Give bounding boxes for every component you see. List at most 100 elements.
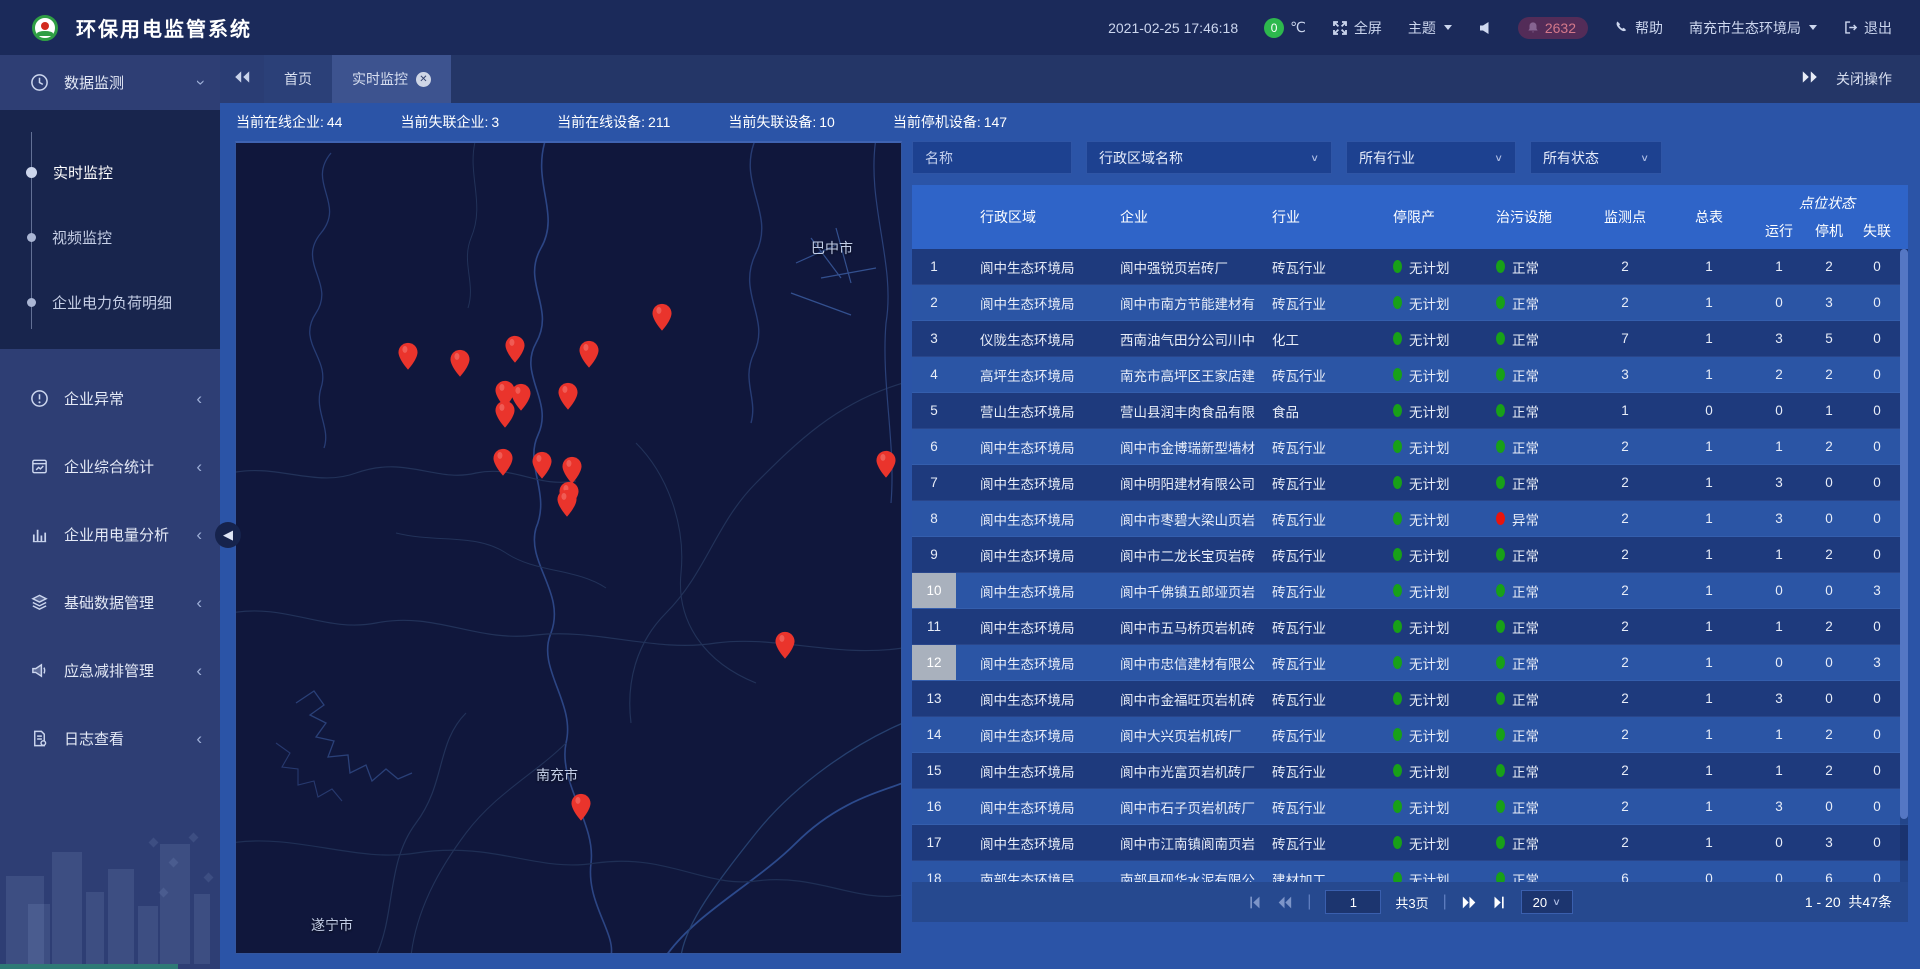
row-number-cell: 6 (912, 429, 956, 464)
table-row[interactable]: 9阆中生态环境局阆中市二龙长宝页岩砖砖瓦行业无计划正常21120 (912, 537, 1908, 573)
sidebar-group-6[interactable]: 应急减排管理‹ (0, 636, 220, 704)
status-filter-select[interactable]: 所有状态 ∨ (1530, 141, 1662, 174)
column-header[interactable]: 企业 (1104, 185, 1262, 249)
tabs-scroll-left-button[interactable] (220, 55, 264, 103)
gauge-icon (28, 73, 50, 92)
table-scrollbar[interactable] (1900, 249, 1908, 882)
meter-count-cell: 1 (1664, 321, 1754, 356)
notification-badge[interactable]: 2632 (1518, 17, 1588, 39)
region-filter-select[interactable]: 行政区域名称 ∨ (1086, 141, 1332, 174)
table-row[interactable]: 11阆中生态环境局阆中市五马桥页岩机砖砖瓦行业无计划正常21120 (912, 609, 1908, 645)
sound-button[interactable] (1478, 21, 1492, 35)
column-header[interactable]: 运行 (1754, 215, 1804, 249)
sidebar-item[interactable]: 企业电力负荷明细 (0, 270, 220, 335)
close-operations-button[interactable]: 关闭操作 (1830, 69, 1920, 89)
column-header[interactable]: 停限产 (1380, 185, 1484, 249)
org-dropdown[interactable]: 南充市生态环境局 (1689, 18, 1817, 38)
theme-dropdown[interactable]: 主题 (1408, 18, 1452, 38)
layers-icon (28, 593, 50, 612)
help-button[interactable]: 帮助 (1614, 18, 1663, 38)
table-row[interactable]: 14阆中生态环境局阆中大兴页岩机砖厂砖瓦行业无计划正常21120 (912, 717, 1908, 753)
meter-count-cell: 1 (1664, 501, 1754, 536)
column-header[interactable]: 治污设施 (1484, 185, 1586, 249)
speaker-icon (1478, 21, 1492, 35)
stopped-count-cell: 6 (1804, 861, 1854, 882)
facility-status-cell: 正常 (1484, 321, 1586, 356)
logout-button[interactable]: 退出 (1843, 18, 1892, 38)
tab-1[interactable]: 首页 (264, 55, 332, 103)
map-pin-icon[interactable] (570, 793, 592, 822)
facility-status-cell: 正常 (1484, 249, 1586, 284)
column-header[interactable]: 行业 (1262, 185, 1380, 249)
table-row[interactable]: 12阆中生态环境局阆中市忠信建材有限公砖瓦行业无计划正常21003 (912, 645, 1908, 681)
prev-page-icon[interactable] (1276, 895, 1293, 910)
column-header[interactable]: 总表 (1664, 185, 1754, 249)
facility-status-cell: 正常 (1484, 357, 1586, 392)
scrollbar-thumb[interactable] (1900, 249, 1908, 819)
facility-status-cell: 正常 (1484, 609, 1586, 644)
select-caret-icon: ∨ (1552, 896, 1561, 907)
column-header[interactable]: 失联 (1854, 215, 1900, 249)
tabs-scroll-right-button[interactable] (1790, 55, 1830, 103)
next-page-icon[interactable] (1461, 895, 1478, 910)
column-header[interactable]: 停机 (1804, 215, 1854, 249)
sidebar-group-1[interactable]: 数据监测‹ (0, 55, 220, 110)
tab-2[interactable]: 实时监控✕ (332, 55, 451, 103)
sidebar-group-5[interactable]: 基础数据管理‹ (0, 568, 220, 636)
facility-status-cell: 异常 (1484, 501, 1586, 536)
tab-close-icon[interactable]: ✕ (416, 72, 431, 87)
map-pin-icon[interactable] (492, 448, 514, 477)
map-pin-icon[interactable] (556, 489, 578, 518)
map-pin-icon[interactable] (651, 303, 673, 332)
meter-count-cell: 1 (1664, 465, 1754, 500)
sidebar-item[interactable]: 视频监控 (0, 205, 220, 270)
table-row[interactable]: 1阆中生态环境局阆中强锐页岩砖厂砖瓦行业无计划正常21120 (912, 249, 1908, 285)
last-page-icon[interactable] (1492, 895, 1507, 910)
page-number-input[interactable] (1325, 890, 1381, 914)
map-pin-icon[interactable] (494, 400, 516, 429)
table-row[interactable]: 13阆中生态环境局阆中市金福旺页岩机砖砖瓦行业无计划正常21300 (912, 681, 1908, 717)
enterprise-cell: 阆中市金博瑞新型墙材 (1104, 429, 1262, 464)
table-row[interactable]: 15阆中生态环境局阆中市光富页岩机砖厂砖瓦行业无计划正常21120 (912, 753, 1908, 789)
map-pin-icon[interactable] (578, 340, 600, 369)
map-pin-icon[interactable] (774, 631, 796, 660)
industry-filter-select[interactable]: 所有行业 ∨ (1346, 141, 1516, 174)
table-row[interactable]: 17阆中生态环境局阆中市江南镇阆南页岩砖瓦行业无计划正常21030 (912, 825, 1908, 861)
stop-plan-cell: 无计划 (1380, 285, 1484, 320)
table-row[interactable]: 10阆中生态环境局阆中千佛镇五郎垭页岩砖瓦行业无计划正常21003 (912, 573, 1908, 609)
table-row[interactable]: 7阆中生态环境局阆中明阳建材有限公司砖瓦行业无计划正常21300 (912, 465, 1908, 501)
table-row[interactable]: 6阆中生态环境局阆中市金博瑞新型墙材砖瓦行业无计划正常21120 (912, 429, 1908, 465)
map-pin-icon[interactable] (875, 450, 897, 479)
map-pin-icon[interactable] (504, 335, 526, 364)
sidebar-group-4[interactable]: 企业用电量分析‹ (0, 500, 220, 568)
sidebar-group-3[interactable]: 企业综合统计‹ (0, 432, 220, 500)
table-row[interactable]: 3仪陇生态环境局西南油气田分公司川中化工无计划正常71350 (912, 321, 1908, 357)
column-header[interactable]: 监测点 (1586, 185, 1664, 249)
table-row[interactable]: 18南部生态环境局南部县砚华水泥有限公建材加工无计划正常60060 (912, 861, 1908, 882)
map-pin-icon[interactable] (449, 349, 471, 378)
map-pin-icon[interactable] (397, 342, 419, 371)
lost-count-cell: 0 (1854, 609, 1900, 644)
status-dot-icon (1496, 872, 1505, 882)
sidebar-group-7[interactable]: 日志查看‹ (0, 704, 220, 772)
column-header[interactable]: 行政区域 (956, 185, 1104, 249)
table-row[interactable]: 16阆中生态环境局阆中市石子页岩机砖厂砖瓦行业无计划正常21300 (912, 789, 1908, 825)
map-panel[interactable]: 巴中市南充市遂宁市 (235, 141, 902, 954)
fullscreen-button[interactable]: 全屏 (1332, 18, 1382, 38)
filter-bar: 行政区域名称 ∨ 所有行业 ∨ 所有状态 ∨ (912, 141, 1908, 185)
table-row[interactable]: 5营山生态环境局营山县润丰肉食品有限食品无计划正常10010 (912, 393, 1908, 429)
map-pin-icon[interactable] (557, 382, 579, 411)
sidebar-item[interactable]: 实时监控 (0, 140, 220, 205)
sidebar-collapse-button[interactable]: ◀ (215, 522, 241, 548)
first-page-icon[interactable] (1247, 895, 1262, 910)
name-filter-field[interactable] (912, 141, 1072, 174)
map-pin-icon[interactable] (531, 451, 553, 480)
table-row[interactable]: 4高坪生态环境局南充市高坪区王家店建砖瓦行业无计划正常31220 (912, 357, 1908, 393)
page-size-select[interactable]: 20 ∨ (1521, 890, 1573, 914)
table-row[interactable]: 8阆中生态环境局阆中市枣碧大梁山页岩砖瓦行业无计划异常21300 (912, 501, 1908, 537)
lost-count-cell: 0 (1854, 357, 1900, 392)
table-row[interactable]: 2阆中生态环境局阆中市南方节能建材有砖瓦行业无计划正常21030 (912, 285, 1908, 321)
sidebar-group-2[interactable]: 企业异常‹ (0, 364, 220, 432)
name-filter-input[interactable] (925, 150, 1059, 166)
stop-plan-cell: 无计划 (1380, 537, 1484, 572)
